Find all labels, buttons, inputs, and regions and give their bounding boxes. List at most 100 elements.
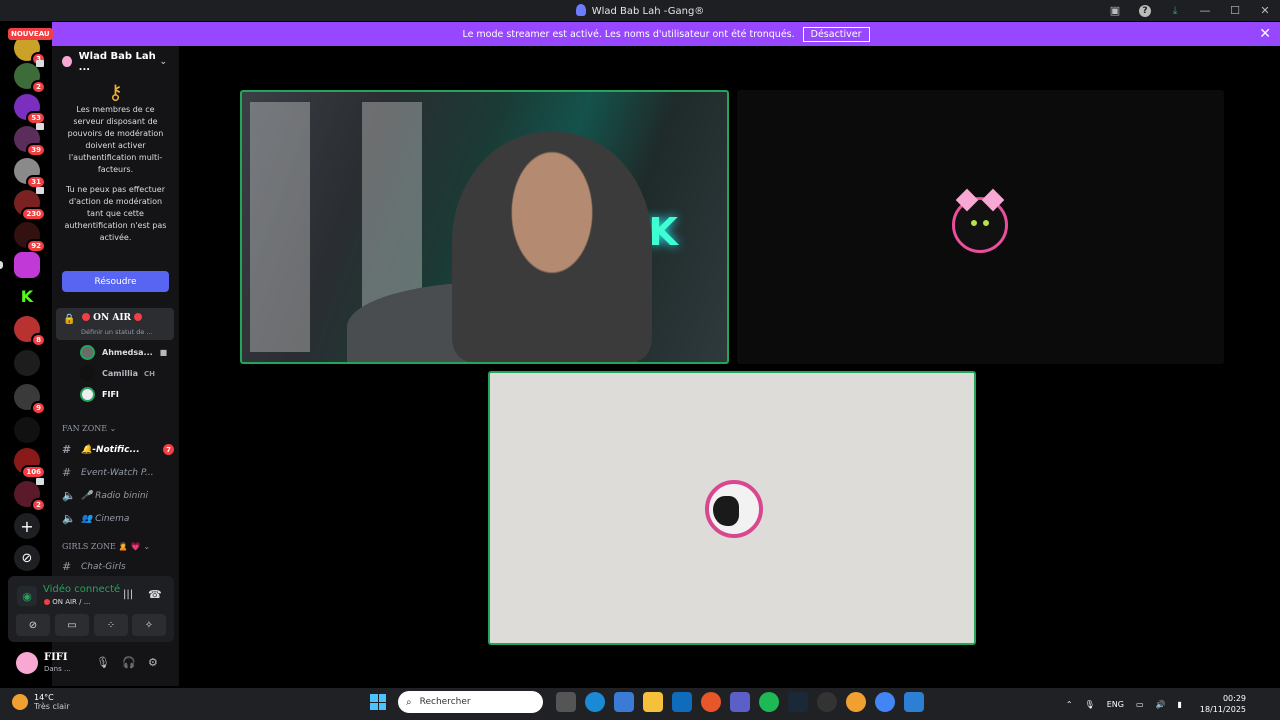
avatar [80, 387, 95, 402]
user-panel: FIFI Dans ... 🎙 🎧 ⚙ [8, 644, 174, 684]
spotify-icon[interactable] [758, 692, 779, 712]
speaker-icon: 🔈 [62, 489, 76, 502]
task-view-icon[interactable] [555, 692, 576, 712]
voice-status: Vidéo connecté [43, 584, 121, 595]
voice-user-self[interactable]: FIFI [80, 387, 119, 402]
server-icon[interactable]: 53 [14, 94, 46, 125]
mention-count: 7 [163, 444, 174, 455]
avatar [80, 345, 95, 360]
server-icon[interactable]: 39 [14, 123, 46, 157]
inbox-icon[interactable]: ▣ [1100, 4, 1130, 17]
obs-icon[interactable] [816, 692, 837, 712]
taskbar: 14°C Très clair ⌕ Rechercher ⌃ 🎙 ENG ▭ 🔊 … [0, 688, 1280, 720]
channel-status[interactable]: Définir un statut de ... [81, 328, 153, 336]
gear-icon[interactable]: ⚙ [148, 656, 158, 669]
server-icon[interactable]: 8 [14, 316, 46, 347]
speaker-icon [36, 123, 44, 130]
store-icon[interactable] [613, 692, 634, 712]
server-icon[interactable]: 92 [14, 222, 46, 253]
headphones-icon[interactable]: 🎧 [122, 656, 136, 669]
weather-widget[interactable]: 14°C Très clair [12, 693, 70, 711]
search-icon: ⌕ [406, 696, 412, 708]
category-girls-zone[interactable]: GIRLS ZONE 🙎 💗 ⌄ [62, 542, 150, 551]
language-indicator[interactable]: ENG [1107, 700, 1124, 709]
server-icon-active[interactable] [14, 252, 40, 278]
disconnect-icon[interactable]: ☎ [148, 588, 162, 601]
server-icon[interactable] [14, 350, 40, 376]
discord-taskbar-icon[interactable] [845, 692, 866, 712]
clock[interactable]: 00:29 18/11/2025 [1194, 693, 1252, 715]
microphone-icon[interactable]: 🎙 [96, 656, 110, 669]
channel-chat-girls[interactable]: # Chat-Girls [62, 560, 174, 573]
edge-icon[interactable] [584, 692, 605, 712]
username[interactable]: FIFI [44, 652, 68, 663]
camera-off-icon: ⊘ [28, 619, 38, 631]
server-icon[interactable]: 230 [14, 187, 46, 221]
video-tile-avatar[interactable] [737, 90, 1224, 364]
chrome-icon[interactable] [874, 692, 895, 712]
system-tray: ⌃ 🎙 ENG ▭ 🔊 ▮ 00:29 18/11/2025 [1060, 688, 1280, 720]
camera-off-button[interactable]: ⊘ [16, 614, 50, 636]
lock-icon: 🔒 [63, 314, 76, 325]
noise-suppression-icon[interactable]: ||| [123, 589, 133, 600]
hash-icon: # [62, 443, 72, 456]
volume-icon[interactable]: 🔊 [1156, 700, 1166, 709]
red-dot-icon [44, 599, 50, 605]
app-icon[interactable] [903, 692, 924, 712]
channel-event-watch[interactable]: # Event-Watch P... [62, 466, 174, 479]
activities-button[interactable]: ⁘ [94, 614, 128, 636]
network-icon[interactable]: ▭ [1136, 700, 1144, 709]
screen-share-button[interactable]: ▭ [55, 614, 89, 636]
voice-channel-link[interactable]: ON AIR / ... [44, 598, 90, 606]
server-icon[interactable]: 2 [14, 60, 46, 94]
server-icon[interactable] [14, 417, 40, 443]
selected-indicator [0, 261, 3, 269]
hash-icon: # [62, 560, 72, 573]
chevron-up-icon[interactable]: ⌃ [1066, 700, 1073, 709]
add-server-icon[interactable]: + [14, 513, 40, 539]
server-icon[interactable]: 2 [14, 478, 46, 512]
category-fan-zone[interactable]: FAN ZONE ⌄ [62, 424, 116, 433]
channel-radio-binini[interactable]: 🔈 🎤 Radio binini [62, 489, 174, 502]
close-window-button[interactable]: ✕ [1250, 4, 1280, 17]
channel-notifications[interactable]: # 🔔-Notific... 7 [62, 443, 174, 456]
file-explorer-icon[interactable] [642, 692, 663, 712]
kick-server-icon[interactable]: K [14, 284, 40, 310]
outlook-icon[interactable] [671, 692, 692, 712]
deactivate-button[interactable]: Désactiver [802, 26, 870, 42]
banner-close-icon[interactable]: ✕ [1259, 26, 1271, 42]
camera-icon: ■ [159, 348, 168, 357]
battery-icon[interactable]: ▮ [1177, 700, 1181, 709]
voice-user[interactable]: Ahmedsa... ■ [80, 345, 167, 360]
resolve-button[interactable]: Résoudre [62, 271, 169, 292]
avatar[interactable] [16, 652, 38, 674]
red-dot-icon [82, 313, 90, 321]
weather-icon [12, 694, 28, 710]
voice-channel-on-air[interactable]: 🔒 ON AIR Définir un statut de ... [56, 308, 174, 340]
streamer-head [452, 132, 652, 362]
server-icon[interactable]: 31 [14, 158, 46, 189]
video-tile-camera[interactable]: KICK [240, 90, 729, 364]
channel-cinema[interactable]: 🔈 👥 Cinema [62, 512, 174, 525]
steam-icon[interactable] [787, 692, 808, 712]
server-header[interactable]: Wlad Bab Lah ... ⌄ [52, 46, 179, 77]
maximize-button[interactable]: ☐ [1220, 4, 1250, 17]
soundboard-button[interactable]: ✧ [132, 614, 166, 636]
discover-icon[interactable]: ⊘ [14, 545, 40, 571]
download-icon[interactable]: ⤓ [1160, 4, 1190, 18]
search-box[interactable]: ⌕ Rechercher [398, 691, 543, 713]
video-tile-avatar-self[interactable] [488, 371, 976, 645]
teams-icon[interactable] [729, 692, 750, 712]
avatar [80, 366, 95, 381]
firefox-icon[interactable] [700, 692, 721, 712]
minimize-button[interactable]: — [1190, 4, 1220, 17]
help-icon[interactable]: ? [1139, 4, 1151, 17]
server-icon[interactable]: 9 [14, 384, 46, 415]
signal-icon[interactable]: ◉ [17, 586, 37, 606]
server-icon[interactable]: 106 [14, 448, 46, 479]
speaker-icon [36, 60, 44, 67]
new-badge: NOUVEAU [8, 28, 53, 40]
voice-user[interactable]: Camillia CH [80, 366, 155, 381]
microphone-icon[interactable]: 🎙 [1085, 700, 1095, 709]
start-button[interactable] [370, 694, 386, 710]
